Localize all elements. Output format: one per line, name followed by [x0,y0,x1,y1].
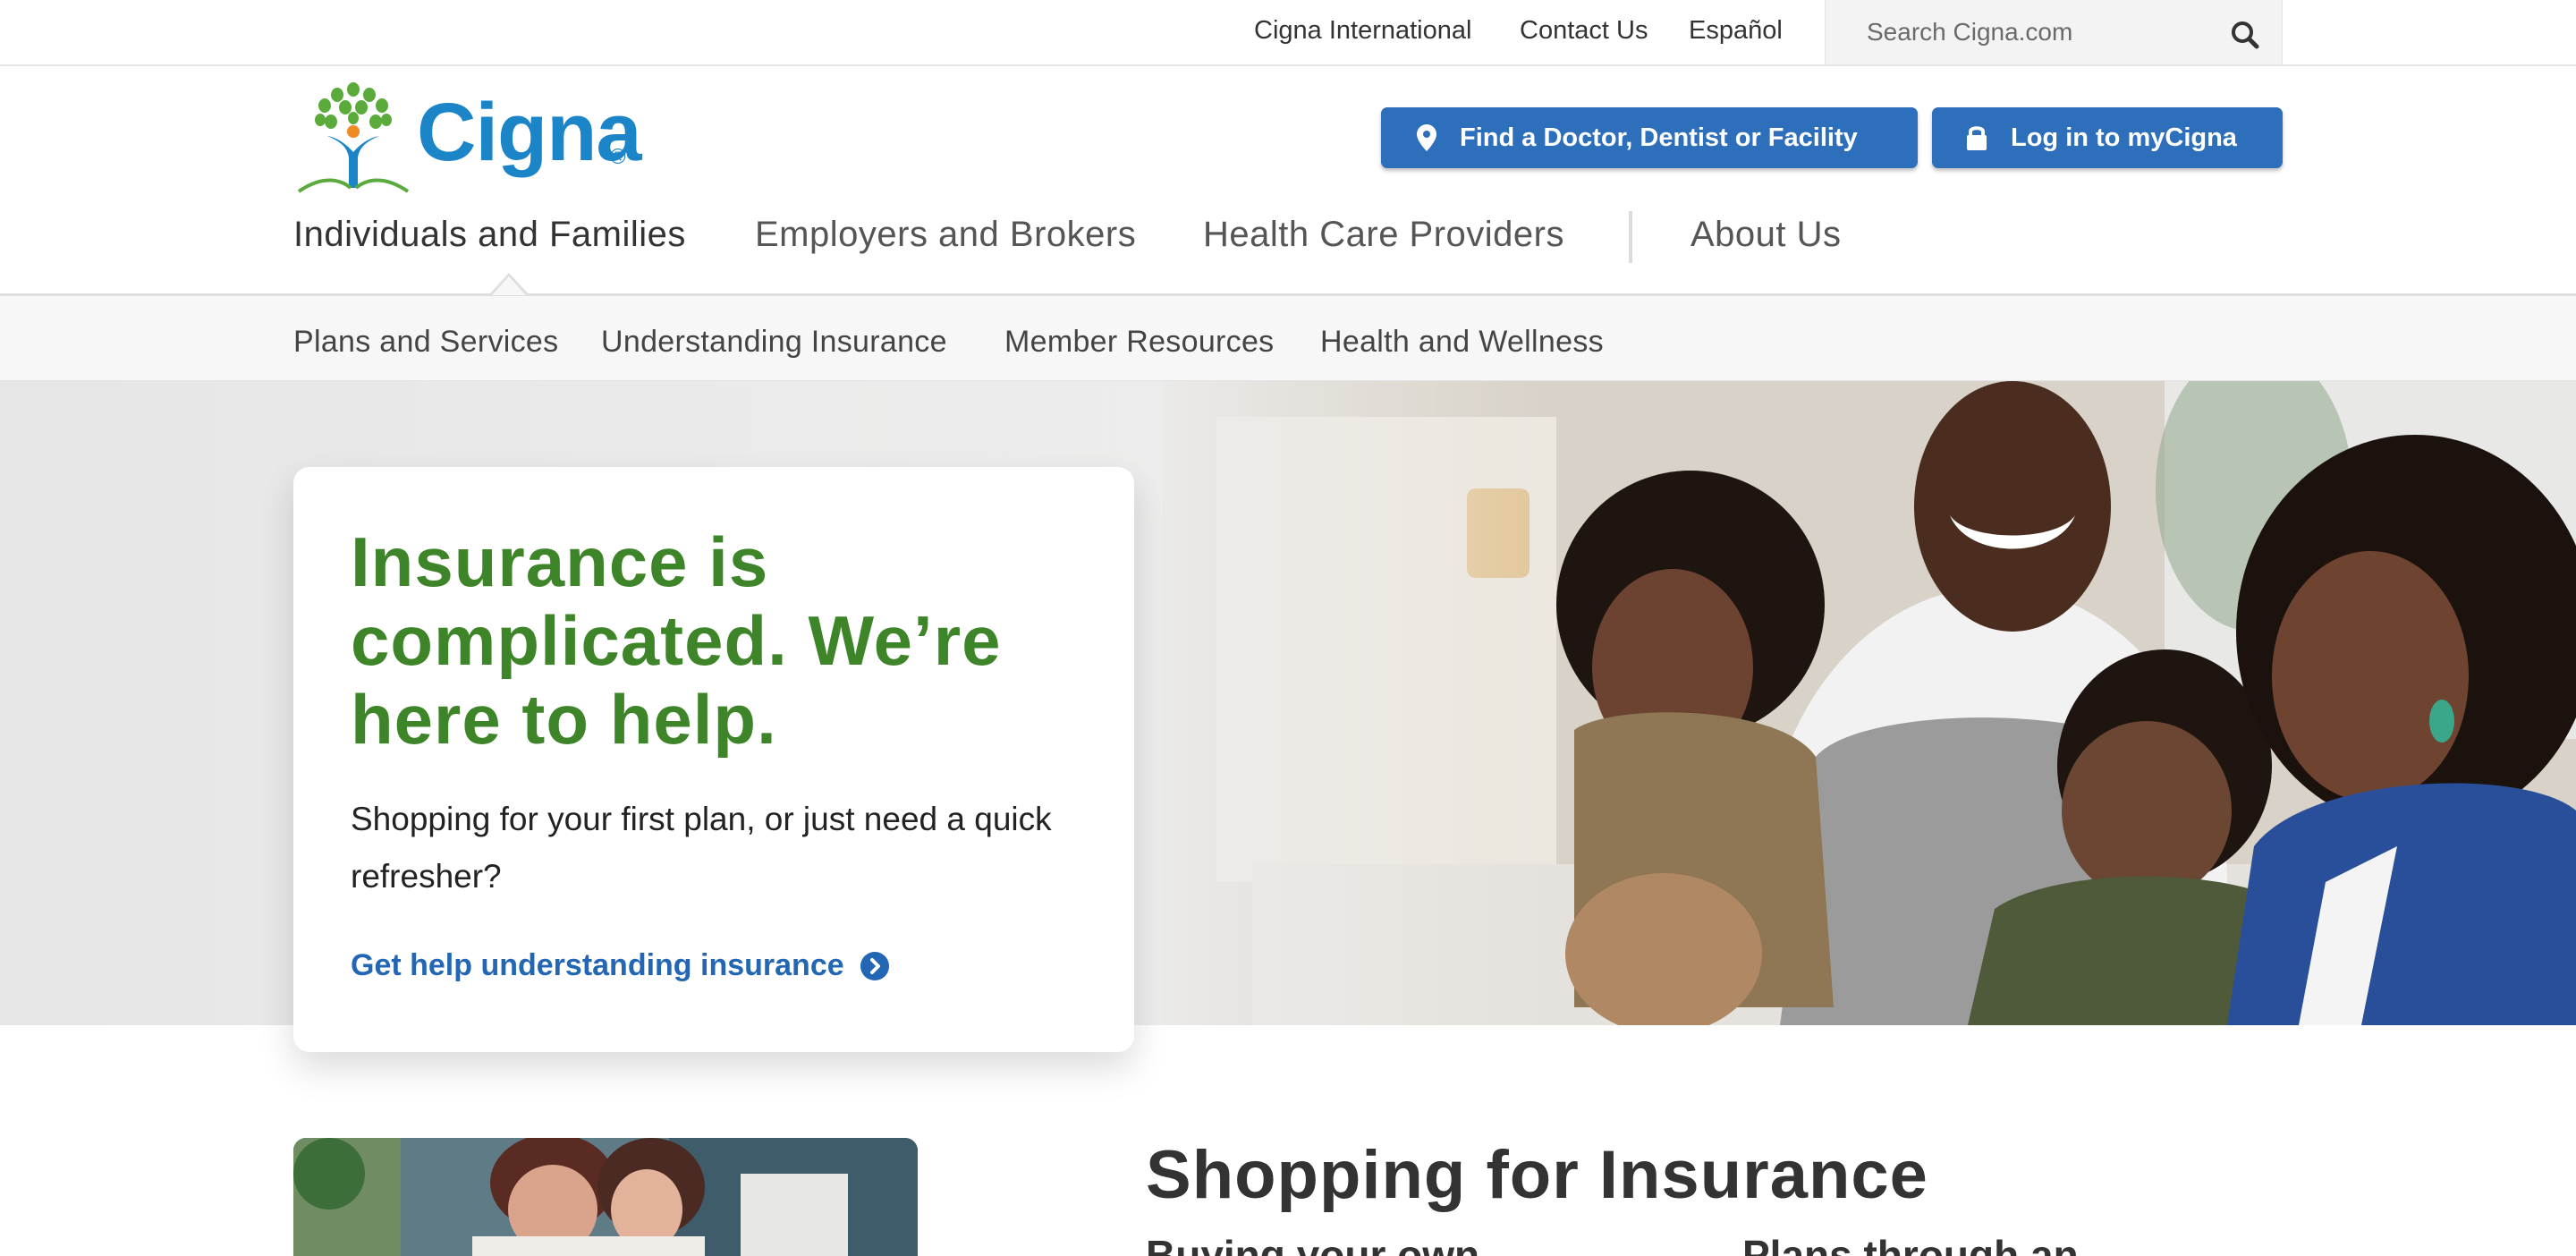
contact-us-link[interactable]: Contact Us [1520,16,1648,46]
nav-individuals-families[interactable]: Individuals and Families [293,215,686,255]
active-nav-pointer [489,273,529,295]
logo-registered-mark: ® [610,145,626,169]
cigna-logo[interactable]: Cigna ® [295,82,642,197]
nav-health-care-providers[interactable]: Health Care Providers [1203,215,1564,255]
hero-body-text: Shopping for your first plan, or just ne… [351,801,1052,895]
hero-title: Insurance is complicated. We’re here to … [351,522,1002,759]
buying-your-own-heading: Buying your own [1146,1232,1480,1256]
nav-employers-brokers[interactable]: Employers and Brokers [755,215,1136,255]
subnav-understanding-insurance[interactable]: Understanding Insurance [601,325,947,360]
login-mycigna-button[interactable]: Log in to myCigna [1932,107,2283,168]
understanding-insurance-link-label: Get help understanding insurance [351,948,844,982]
utility-bar: Cigna International Contact Us Español [0,0,2576,66]
logo-wordmark: Cigna [417,87,642,178]
subnav-health-wellness[interactable]: Health and Wellness [1320,325,1604,360]
chevron-right-circle-icon [860,951,889,980]
sub-nav: Plans and Services Understanding Insuran… [0,273,2576,381]
find-doctor-button[interactable]: Find a Doctor, Dentist or Facility [1381,107,1918,168]
subnav-member-resources[interactable]: Member Resources [1004,325,1274,360]
nav-about-us[interactable]: About Us [1690,215,1842,255]
login-label: Log in to myCigna [2011,123,2237,152]
shopping-photo-image [293,1138,918,1256]
plans-through-employer-heading: Plans through an [1742,1232,2079,1256]
search-icon[interactable] [2229,19,2261,51]
lock-icon [1967,126,1987,150]
understanding-insurance-link[interactable]: Get help understanding insurance [351,948,889,983]
shopping-thumbnail-photo [293,1138,918,1256]
espanol-link[interactable]: Español [1689,16,1783,46]
subnav-plans-services[interactable]: Plans and Services [293,325,558,360]
hero-card: Insurance is complicated. We’re here to … [293,467,1134,1052]
cigna-tree-logo-icon [297,82,410,193]
nav-divider [1629,211,1632,263]
map-pin-icon [1417,124,1436,151]
find-doctor-label: Find a Doctor, Dentist or Facility [1460,123,1858,152]
shopping-section-title: Shopping for Insurance [1146,1137,1928,1213]
search-box [1825,0,2283,64]
cigna-international-link[interactable]: Cigna International [1254,16,1471,46]
search-input[interactable] [1867,0,2224,64]
